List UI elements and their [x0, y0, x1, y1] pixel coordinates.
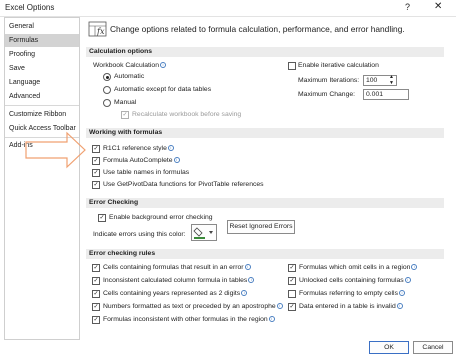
rule-checkbox[interactable]: ✓ — [92, 303, 100, 311]
annotation-arrow — [25, 131, 86, 169]
r1c1-checkbox[interactable]: ✓ — [92, 145, 100, 153]
table-names-label: Use table names in formulas — [103, 169, 190, 176]
info-icon: i — [398, 290, 405, 296]
error-color-picker[interactable] — [191, 224, 217, 241]
info-icon: i — [268, 316, 275, 322]
info-icon: i — [276, 303, 283, 309]
formulas-icon: fx — [88, 21, 107, 37]
info-icon: i — [396, 303, 403, 309]
section-heading-error-checking: Error Checking — [86, 198, 444, 208]
indicate-errors-color-label: Indicate errors using this color: — [93, 231, 186, 238]
ok-button[interactable]: OK — [369, 341, 409, 354]
sidebar-item-language[interactable]: Language — [5, 76, 79, 89]
radio-automatic-except-data-tables[interactable] — [103, 86, 111, 94]
sidebar-divider — [5, 105, 79, 106]
rule-label: Data entered in a table is invalid i — [299, 303, 403, 310]
rule-checkbox[interactable] — [288, 290, 296, 298]
formula-autocomplete-checkbox[interactable]: ✓ — [92, 157, 100, 165]
rule-label: Cells containing years represented as 2 … — [103, 290, 248, 297]
help-icon[interactable]: ? — [405, 2, 410, 12]
info-icon: i — [173, 157, 180, 163]
radio-manual-label: Manual — [114, 99, 137, 106]
title-bar: Excel Options ? ✕ — [0, 0, 456, 17]
sidebar-item-proofing[interactable]: Proofing — [5, 48, 79, 61]
sidebar-item-formulas[interactable]: Formulas — [5, 34, 79, 47]
close-icon[interactable]: ✕ — [434, 1, 442, 12]
table-names-checkbox[interactable]: ✓ — [92, 169, 100, 177]
spinner-icon[interactable]: ▲ ▼ — [389, 74, 394, 86]
info-icon: i — [404, 277, 411, 283]
info-icon: i — [411, 264, 418, 270]
max-change-input[interactable]: 0.001 — [363, 89, 409, 100]
max-iterations-input[interactable]: 100 ▲ ▼ — [363, 74, 397, 86]
workbook-calculation-label: Workbook Calculation i — [93, 62, 166, 69]
getpivotdata-checkbox[interactable]: ✓ — [92, 181, 100, 189]
background-error-checking-checkbox[interactable]: ✓ — [98, 214, 106, 222]
section-heading-working-with-formulas: Working with formulas — [86, 128, 444, 138]
section-heading-calculation: Calculation options — [86, 47, 444, 57]
background-error-checking-label: Enable background error checking — [109, 214, 213, 221]
r1c1-label: R1C1 reference style i — [103, 145, 174, 152]
sidebar: General Formulas Proofing Save Language … — [4, 17, 80, 340]
max-iterations-value: 100 — [366, 77, 378, 84]
rule-checkbox[interactable]: ✓ — [92, 316, 100, 324]
rule-label: Formulas inconsistent with other formula… — [103, 316, 275, 323]
rule-checkbox[interactable]: ✓ — [92, 277, 100, 285]
paint-bucket-icon — [193, 227, 213, 239]
rule-label: Formulas which omit cells in a region i — [299, 264, 418, 271]
radio-manual[interactable] — [103, 99, 111, 107]
sidebar-item-save[interactable]: Save — [5, 62, 79, 75]
recalc-before-save-label: Recalculate workbook before saving — [132, 111, 242, 118]
info-icon: i — [241, 290, 248, 296]
svg-text:fx: fx — [96, 27, 105, 36]
info-icon: i — [167, 145, 174, 151]
window-title: Excel Options — [5, 3, 55, 12]
rule-label: Unlocked cells containing formulas i — [299, 277, 411, 284]
rule-checkbox[interactable]: ✓ — [92, 264, 100, 272]
cancel-button[interactable]: Cancel — [413, 341, 453, 354]
info-icon: i — [248, 277, 255, 283]
getpivotdata-label: Use GetPivotData functions for PivotTabl… — [103, 181, 264, 188]
recalc-before-save-checkbox[interactable]: ✓ — [121, 111, 129, 119]
rule-checkbox[interactable]: ✓ — [92, 290, 100, 298]
iterative-calculation-label: Enable iterative calculation — [298, 62, 379, 69]
rule-checkbox[interactable]: ✓ — [288, 277, 296, 285]
rule-label: Numbers formatted as text or preceded by… — [103, 303, 283, 310]
rule-label: Cells containing formulas that result in… — [103, 264, 251, 271]
radio-automatic-label: Automatic — [114, 73, 145, 80]
sidebar-item-general[interactable]: General — [5, 20, 79, 33]
rule-checkbox[interactable]: ✓ — [288, 303, 296, 311]
section-heading-error-checking-rules: Error checking rules — [86, 249, 444, 259]
page-header: Change options related to formula calcul… — [110, 24, 405, 34]
rule-label: Inconsistent calculated column formula i… — [103, 277, 255, 284]
radio-automatic[interactable] — [103, 73, 111, 81]
info-icon: i — [244, 264, 251, 270]
sidebar-item-advanced[interactable]: Advanced — [5, 90, 79, 103]
iterative-calculation-checkbox[interactable] — [288, 62, 296, 70]
info-icon: i — [160, 62, 166, 68]
formula-autocomplete-label: Formula AutoComplete i — [103, 157, 180, 164]
rule-label: Formulas referring to empty cells i — [299, 290, 405, 297]
rule-checkbox[interactable]: ✓ — [288, 264, 296, 272]
sidebar-item-customize-ribbon[interactable]: Customize Ribbon — [5, 108, 79, 121]
reset-ignored-errors-button[interactable]: Reset Ignored Errors — [227, 220, 295, 234]
max-iterations-label: Maximum Iterations: — [298, 77, 360, 84]
max-change-label: Maximum Change: — [298, 91, 356, 98]
radio-automatic-except-label: Automatic except for data tables — [114, 86, 212, 93]
